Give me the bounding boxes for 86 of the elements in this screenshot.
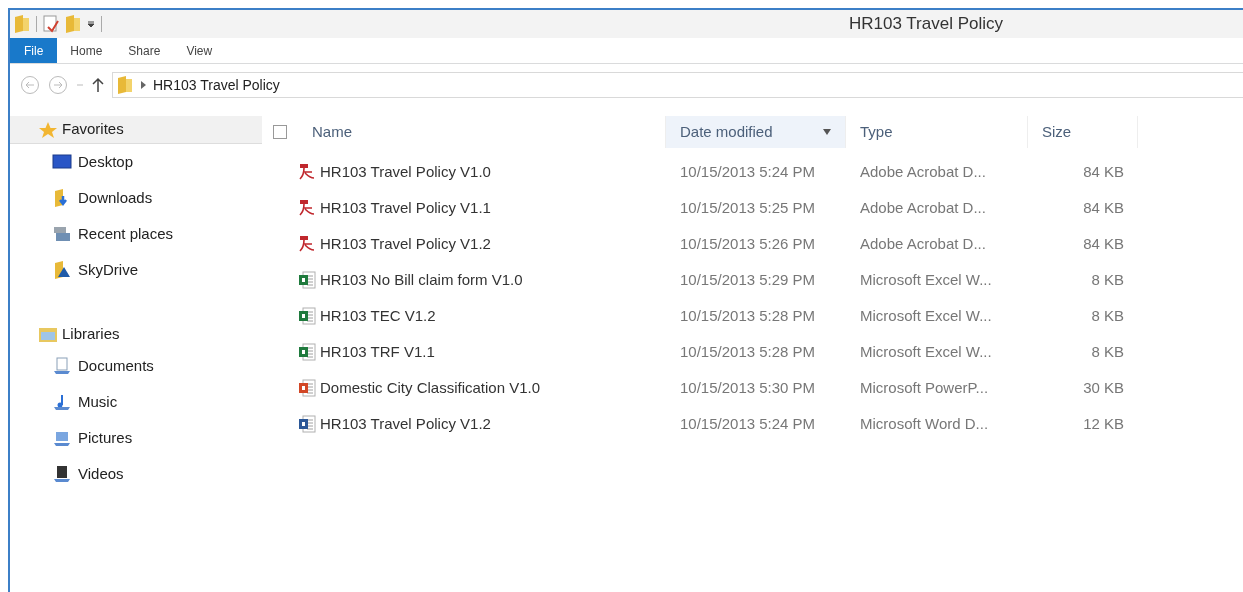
star-icon	[38, 120, 58, 139]
pdf-icon	[298, 163, 316, 181]
sidebar-group-header[interactable]: Favorites	[10, 116, 262, 144]
file-name: HR103 Travel Policy V1.1	[320, 197, 491, 218]
pdf-icon	[298, 199, 316, 217]
spreadsheet-icon	[298, 343, 316, 361]
date-cell-text: 10/15/2013 5:26 PM	[679, 233, 817, 254]
sidebar-item[interactable]: Music	[10, 384, 262, 420]
size-cell-text: 30 KB	[1082, 377, 1125, 398]
libraries-icon	[38, 325, 58, 343]
size-cell-text: 84 KB	[1082, 233, 1125, 254]
sidebar-item[interactable]: SkyDrive	[10, 252, 262, 288]
spreadsheet-icon	[298, 271, 316, 289]
date-cell-text: 10/15/2013 5:25 PM	[679, 197, 817, 218]
ribbon-tab[interactable]: Home	[57, 38, 116, 63]
date-cell-text: 10/15/2013 5:29 PM	[679, 269, 817, 290]
presentation-icon	[298, 379, 316, 397]
file-name: Domestic City Classification V1.0	[320, 377, 541, 398]
file-row[interactable]: HR103 Travel Policy V1.1 10/15/2013 5:25 PM Adobe Acrobat D... 84 KB	[262, 190, 1138, 226]
folder-icon	[117, 76, 133, 94]
spreadsheet-icon	[298, 307, 316, 325]
up-arrow-icon[interactable]	[92, 77, 104, 93]
type-cell-text: Microsoft Excel W...	[859, 269, 993, 290]
date-cell-text: 10/15/2013 5:28 PM	[679, 305, 817, 326]
file-name: HR103 TRF V1.1	[320, 341, 435, 362]
pictures-icon	[52, 429, 72, 447]
column-header[interactable]: Date modified	[666, 116, 846, 148]
select-all-checkbox[interactable]	[273, 125, 287, 139]
size-cell-text: 84 KB	[1082, 197, 1125, 218]
monitor-icon	[52, 153, 72, 171]
videos-icon	[52, 465, 72, 483]
file-row[interactable]: HR103 TEC V1.2 10/15/2013 5:28 PM Microsoft Excel W... 8 KB	[262, 298, 1138, 334]
window-title: HR103 Travel Policy	[849, 13, 1003, 36]
documents-icon	[52, 357, 72, 375]
type-cell-text: Adobe Acrobat D...	[859, 161, 987, 182]
type-cell-text: Microsoft Word D...	[859, 413, 990, 434]
sidebar-group-label: Favorites	[62, 119, 124, 140]
sidebar-item[interactable]: Documents	[10, 348, 262, 384]
sidebar-item[interactable]: Pictures	[10, 420, 262, 456]
sidebar-group-label: Libraries	[62, 323, 120, 344]
date-cell-text: 10/15/2013 5:24 PM	[679, 161, 817, 182]
sidebar-item[interactable]: Recent places	[10, 216, 262, 252]
properties-icon[interactable]	[43, 15, 59, 33]
file-row[interactable]: HR103 Travel Policy V1.2 10/15/2013 5:26 PM Adobe Acrobat D... 84 KB	[262, 226, 1138, 262]
breadcrumb[interactable]: HR103 Travel Policy	[153, 74, 280, 96]
ribbon-tab[interactable]: File	[10, 38, 58, 63]
file-name: HR103 Travel Policy V1.2	[320, 413, 491, 434]
date-cell-text: 10/15/2013 5:24 PM	[679, 413, 817, 434]
date-cell-text: 10/15/2013 5:28 PM	[679, 341, 817, 362]
type-cell-text: Adobe Acrobat D...	[859, 233, 987, 254]
sidebar-item[interactable]: Downloads	[10, 180, 262, 216]
file-row[interactable]: HR103 Travel Policy V1.2 10/15/2013 5:24 PM Microsoft Word D... 12 KB	[262, 406, 1138, 442]
recent-places-icon	[52, 225, 72, 243]
file-row[interactable]: Domestic City Classification V1.0 10/15/2013 5:30 PM Microsoft PowerP... 30 KB	[262, 370, 1138, 406]
folder-icon	[14, 15, 30, 33]
file-name: HR103 TEC V1.2	[320, 305, 436, 326]
type-cell-text: Microsoft Excel W...	[859, 341, 993, 362]
file-row[interactable]: HR103 TRF V1.1 10/15/2013 5:28 PM Microsoft Excel W... 8 KB	[262, 334, 1138, 370]
column-header[interactable]: Size	[1028, 116, 1138, 148]
ribbon-tab[interactable]: Share	[115, 38, 174, 63]
file-name: HR103 Travel Policy V1.2	[320, 233, 491, 254]
address-bar[interactable]: HR103 Travel Policy	[112, 72, 1243, 98]
file-name: HR103 Travel Policy V1.0	[320, 161, 491, 182]
file-row[interactable]: HR103 No Bill claim form V1.0 10/15/2013 5:29 PM Microsoft Excel W... 8 KB	[262, 262, 1138, 298]
ribbon-tab[interactable]: View	[173, 38, 226, 63]
music-note-icon	[52, 393, 72, 411]
sidebar-group-header[interactable]: Libraries	[10, 320, 262, 348]
column-header[interactable]: Type	[846, 116, 1028, 148]
size-cell-text: 84 KB	[1082, 161, 1125, 182]
size-cell-text: 12 KB	[1082, 413, 1125, 434]
size-cell-text: 8 KB	[1090, 269, 1125, 290]
new-folder-icon	[65, 15, 81, 33]
size-cell-text: 8 KB	[1090, 341, 1125, 362]
chevron-icon[interactable]	[141, 81, 146, 89]
document-icon	[298, 415, 316, 433]
sidebar-item[interactable]: Desktop	[10, 144, 262, 180]
type-cell-text: Microsoft PowerP...	[859, 377, 990, 398]
type-cell-text: Microsoft Excel W...	[859, 305, 993, 326]
file-row[interactable]: HR103 Travel Policy V1.0 10/15/2013 5:24 PM Adobe Acrobat D... 84 KB	[262, 154, 1138, 190]
skydrive-folder-icon	[52, 261, 72, 279]
sidebar-item[interactable]: Videos	[10, 456, 262, 492]
date-cell-text: 10/15/2013 5:30 PM	[679, 377, 817, 398]
size-cell-text: 8 KB	[1090, 305, 1125, 326]
type-cell-text: Adobe Acrobat D...	[859, 197, 987, 218]
pdf-icon	[298, 235, 316, 253]
file-name: HR103 No Bill claim form V1.0	[320, 269, 523, 290]
